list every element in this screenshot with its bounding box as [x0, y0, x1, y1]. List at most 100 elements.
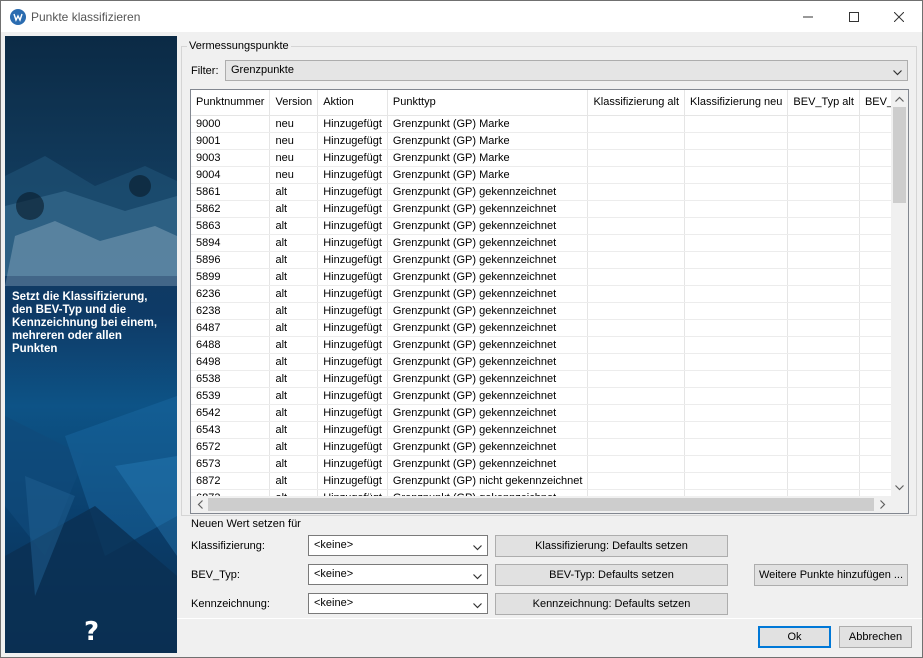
table-cell [684, 132, 789, 150]
table-row[interactable]: 6487 alt Hinzugefügt Grenzpunkt (GP) gekenn… [191, 319, 908, 337]
table-row[interactable]: 6872 alt Hinzugefügt Grenzpunkt (GP) nicht … [191, 472, 908, 490]
horizontal-scroll-thumb[interactable] [208, 498, 874, 511]
cancel-button[interactable]: Abbrechen [839, 626, 912, 648]
table-cell [587, 251, 686, 269]
table-cell [684, 285, 789, 303]
marking-defaults-button[interactable]: Kennzeichnung: Defaults setzen [495, 593, 728, 615]
table-cell [684, 251, 789, 269]
table-row[interactable]: 5863 alt Hinzugefügt Grenzpunkt (GP) gekenn… [191, 217, 908, 235]
table-row[interactable]: 6543 alt Hinzugefügt Grenzpunkt (GP) gekenn… [191, 421, 908, 439]
table-cell: Hinzugefügt [317, 251, 388, 269]
table-row[interactable]: 5894 alt Hinzugefügt Grenzpunkt (GP) gekenn… [191, 234, 908, 252]
table-cell: Hinzugefügt [317, 200, 388, 218]
table-row[interactable]: 9000 neu Hinzugefügt Grenzpunkt (GP) Marke [191, 115, 908, 133]
table-cell: 6488 [191, 336, 271, 354]
window-title: Punkte klassifizieren [31, 10, 141, 24]
sidebar-description: Setzt die Klassifizierung, den BEV-Typ u… [12, 291, 158, 355]
column-header[interactable]: Punktnummer [191, 90, 271, 116]
table-cell [684, 268, 789, 286]
table-cell: alt [269, 234, 319, 252]
table-cell: Grenzpunkt (GP) gekennzeichnet [387, 387, 589, 405]
table-row[interactable]: 6573 alt Hinzugefügt Grenzpunkt (GP) gekenn… [191, 455, 908, 473]
table-header-row: Punktnummer Version Aktion Punkttyp Klassifi… [191, 90, 908, 116]
table-cell [587, 421, 686, 439]
table-cell: Grenzpunkt (GP) gekennzeichnet [387, 302, 589, 320]
table-cell: Grenzpunkt (GP) nicht gekennzeichnet [387, 472, 589, 490]
help-icon[interactable]: ? [84, 619, 99, 645]
marking-dropdown[interactable]: <keine> [308, 593, 488, 614]
table-cell [684, 353, 789, 371]
table-cell [684, 336, 789, 354]
table-cell: alt [269, 302, 319, 320]
bev-type-value: <keine> [314, 568, 354, 580]
table-cell: Hinzugefügt [317, 404, 388, 422]
bev-type-dropdown[interactable]: <keine> [308, 564, 488, 585]
points-table[interactable]: Punktnummer Version Aktion Punkttyp Klassifi… [190, 89, 909, 514]
table-row[interactable]: 5861 alt Hinzugefügt Grenzpunkt (GP) gekenn… [191, 183, 908, 201]
table-row[interactable]: 6238 alt Hinzugefügt Grenzpunkt (GP) gekenn… [191, 302, 908, 320]
chevron-down-icon [473, 542, 482, 554]
close-button[interactable] [876, 1, 922, 32]
table-cell: neu [269, 132, 319, 150]
close-icon [894, 11, 904, 22]
scroll-right-icon[interactable] [874, 496, 891, 513]
table-cell [684, 370, 789, 388]
table-cell: Hinzugefügt [317, 336, 388, 354]
table-cell: alt [269, 472, 319, 490]
table-row[interactable]: 9003 neu Hinzugefügt Grenzpunkt (GP) Marke [191, 149, 908, 167]
table-row[interactable]: 6539 alt Hinzugefügt Grenzpunkt (GP) gekenn… [191, 387, 908, 405]
column-header[interactable]: BEV_Typ alt [787, 90, 860, 116]
column-header[interactable]: Klassifizierung neu [684, 90, 789, 116]
table-cell: Hinzugefügt [317, 302, 388, 320]
app-logo-icon [10, 9, 26, 25]
table-cell: 6572 [191, 438, 271, 456]
ok-button[interactable]: Ok [758, 626, 831, 648]
horizontal-scrollbar[interactable] [191, 496, 908, 513]
scroll-down-icon[interactable] [891, 479, 908, 496]
column-header[interactable]: Version [269, 90, 319, 116]
table-cell [684, 115, 789, 133]
table-cell [787, 438, 860, 456]
classification-label: Klassifizierung: [191, 540, 265, 552]
table-cell [787, 353, 860, 371]
filter-dropdown[interactable]: Grenzpunkte [225, 60, 908, 81]
table-cell: 5894 [191, 234, 271, 252]
maximize-button[interactable] [831, 1, 877, 32]
column-header[interactable]: Klassifizierung alt [587, 90, 686, 116]
table-cell: Hinzugefügt [317, 370, 388, 388]
table-row[interactable]: 5896 alt Hinzugefügt Grenzpunkt (GP) gekenn… [191, 251, 908, 269]
column-header[interactable]: Aktion [317, 90, 388, 116]
table-cell [787, 166, 860, 184]
table-cell [787, 285, 860, 303]
table-cell: 6538 [191, 370, 271, 388]
scroll-left-icon[interactable] [191, 496, 208, 513]
table-row[interactable]: 5862 alt Hinzugefügt Grenzpunkt (GP) gekenn… [191, 200, 908, 218]
minimize-button[interactable] [785, 1, 831, 32]
table-cell: 6543 [191, 421, 271, 439]
classification-defaults-button[interactable]: Klassifizierung: Defaults setzen [495, 535, 728, 557]
table-row[interactable]: 6542 alt Hinzugefügt Grenzpunkt (GP) gekenn… [191, 404, 908, 422]
table-row[interactable]: 6236 alt Hinzugefügt Grenzpunkt (GP) gekenn… [191, 285, 908, 303]
table-cell: Grenzpunkt (GP) gekennzeichnet [387, 319, 589, 337]
vertical-scrollbar[interactable] [891, 90, 908, 496]
bev-type-defaults-button[interactable]: BEV-Typ: Defaults setzen [495, 564, 728, 586]
table-cell: Grenzpunkt (GP) gekennzeichnet [387, 370, 589, 388]
table-cell: alt [269, 217, 319, 235]
table-row[interactable]: 5899 alt Hinzugefügt Grenzpunkt (GP) gekenn… [191, 268, 908, 286]
vertical-scroll-thumb[interactable] [893, 107, 906, 203]
table-row[interactable]: 9004 neu Hinzugefügt Grenzpunkt (GP) Marke [191, 166, 908, 184]
column-header[interactable]: Punkttyp [387, 90, 589, 116]
scroll-up-icon[interactable] [891, 90, 908, 107]
add-more-points-button[interactable]: Weitere Punkte hinzufügen ... [754, 564, 908, 586]
classification-dropdown[interactable]: <keine> [308, 535, 488, 556]
table-cell [684, 302, 789, 320]
table-cell: alt [269, 336, 319, 354]
table-row[interactable]: 6488 alt Hinzugefügt Grenzpunkt (GP) gekenn… [191, 336, 908, 354]
table-cell [587, 132, 686, 150]
table-row[interactable]: 9001 neu Hinzugefügt Grenzpunkt (GP) Marke [191, 132, 908, 150]
table-row[interactable]: 6498 alt Hinzugefügt Grenzpunkt (GP) gekenn… [191, 353, 908, 371]
table-row[interactable]: 6572 alt Hinzugefügt Grenzpunkt (GP) gekenn… [191, 438, 908, 456]
table-row[interactable]: 6538 alt Hinzugefügt Grenzpunkt (GP) gekenn… [191, 370, 908, 388]
table-cell: Grenzpunkt (GP) gekennzeichnet [387, 353, 589, 371]
table-cell: 6872 [191, 472, 271, 490]
